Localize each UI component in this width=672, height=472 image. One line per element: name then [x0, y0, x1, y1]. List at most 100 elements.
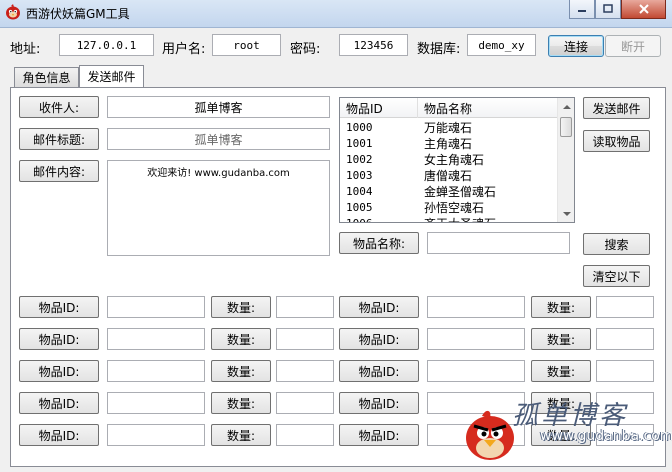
chevron-down-icon	[562, 211, 571, 216]
scroll-up-arrow[interactable]	[558, 98, 574, 115]
item-id-label-button[interactable]: 物品ID:	[339, 392, 419, 414]
database-label: 数据库:	[417, 42, 461, 57]
item-id-input[interactable]	[107, 392, 205, 414]
quantity-label-button[interactable]: 数量:	[211, 328, 271, 350]
quantity-label-button[interactable]: 数量:	[531, 360, 591, 382]
item-id-label-button[interactable]: 物品ID:	[19, 328, 99, 350]
watermark-title: 孤单博客	[512, 401, 629, 431]
item-id-cell: 1006	[346, 216, 373, 223]
item-id-cell: 1000	[346, 120, 373, 134]
quantity-input[interactable]	[596, 360, 654, 382]
item-name-label-button[interactable]: 物品名称:	[339, 232, 419, 254]
list-item[interactable]: 1000 万能魂石	[340, 119, 558, 135]
list-item[interactable]: 1004 金蝉圣僧魂石	[340, 183, 558, 199]
watermark-url: www.gudanba.com	[540, 428, 672, 444]
recipient-input[interactable]: 孤单博客	[107, 96, 330, 118]
quantity-label-button[interactable]: 数量:	[211, 360, 271, 382]
username-input[interactable]: root	[212, 34, 281, 56]
recipient-button[interactable]: 收件人:	[19, 96, 99, 118]
connect-button[interactable]: 连接	[548, 35, 604, 57]
item-id-input[interactable]	[107, 424, 205, 446]
column-item-name[interactable]: 物品名称	[418, 98, 472, 118]
item-id-input[interactable]	[427, 296, 525, 318]
item-name-cell: 金蝉圣僧魂石	[424, 184, 497, 199]
listview-scrollbar[interactable]	[557, 98, 574, 222]
item-name-cell: 齐天大圣魂石	[418, 215, 496, 223]
listview-header: 物品ID 物品名称	[340, 98, 558, 118]
quantity-input[interactable]	[596, 296, 654, 318]
address-label: 地址:	[10, 42, 41, 57]
quantity-input[interactable]	[276, 328, 334, 350]
item-name-cell: 女主角魂石	[424, 152, 485, 167]
scroll-thumb[interactable]	[560, 117, 572, 137]
quantity-label-button[interactable]: 数量:	[531, 296, 591, 318]
quantity-label-button[interactable]: 数量:	[211, 392, 271, 414]
list-item[interactable]: 1005 孙悟空魂石	[340, 199, 558, 215]
disconnect-button[interactable]: 断开	[605, 35, 661, 57]
close-button[interactable]	[621, 0, 666, 19]
listview-rows: 1000 万能魂石 1001 主角魂石 1002 女主角魂石 1003 唐僧魂石 1004 金蝉圣…	[340, 119, 558, 223]
item-id-input[interactable]	[427, 360, 525, 382]
app-icon	[6, 4, 20, 20]
close-icon	[638, 4, 649, 14]
quantity-input[interactable]	[596, 328, 654, 350]
item-id-input[interactable]	[107, 296, 205, 318]
list-item[interactable]: 1006 齐天大圣魂石	[340, 215, 558, 223]
quantity-input[interactable]	[276, 360, 334, 382]
subject-input[interactable]: 孤单博客	[107, 128, 330, 150]
maximize-button[interactable]	[595, 0, 621, 19]
item-name-input[interactable]	[427, 232, 570, 254]
minimize-button[interactable]	[569, 0, 595, 19]
database-input[interactable]: demo_xy	[467, 34, 536, 56]
quantity-label-button[interactable]: 数量:	[211, 424, 271, 446]
item-listview[interactable]: 物品ID 物品名称 1000 万能魂石 1001 主角魂石 1002 女主角魂石 1003 唐…	[339, 97, 575, 223]
item-id-cell: 1005	[346, 200, 373, 214]
item-id-cell: 1001	[346, 136, 373, 150]
item-id-label-button[interactable]: 物品ID:	[339, 328, 419, 350]
maximize-icon	[603, 4, 613, 13]
content-button[interactable]: 邮件内容:	[19, 160, 99, 182]
list-item[interactable]: 1001 主角魂石	[340, 135, 558, 151]
address-input[interactable]: 127.0.0.1	[59, 34, 154, 56]
client-area: 地址: 127.0.0.1 用户名: root 密码: 123456 数据库: …	[0, 28, 672, 472]
item-id-input[interactable]	[427, 328, 525, 350]
item-id-cell: 1004	[346, 184, 373, 198]
subject-button[interactable]: 邮件标题:	[19, 128, 99, 150]
item-name-cell: 唐僧魂石	[424, 168, 473, 183]
item-id-label-button[interactable]: 物品ID:	[19, 424, 99, 446]
item-id-label-button[interactable]: 物品ID:	[19, 360, 99, 382]
item-id-input[interactable]	[107, 360, 205, 382]
minimize-icon	[578, 10, 586, 12]
quantity-input[interactable]	[276, 392, 334, 414]
window-title: 西游伏妖篇GM工具	[26, 7, 130, 21]
quantity-label-button[interactable]: 数量:	[211, 296, 271, 318]
item-id-label-button[interactable]: 物品ID:	[339, 424, 419, 446]
clear-below-button[interactable]: 清空以下	[583, 265, 650, 287]
item-name-cell: 主角魂石	[424, 136, 473, 151]
quantity-input[interactable]	[276, 296, 334, 318]
password-label: 密码:	[290, 42, 321, 57]
item-id-label-button[interactable]: 物品ID:	[339, 296, 419, 318]
item-id-label-button[interactable]: 物品ID:	[19, 296, 99, 318]
password-input[interactable]: 123456	[339, 34, 408, 56]
list-item[interactable]: 1002 女主角魂石	[340, 151, 558, 167]
list-item[interactable]: 1003 唐僧魂石	[340, 167, 558, 183]
item-name-cell: 万能魂石	[424, 120, 473, 135]
title-bar: 西游伏妖篇GM工具	[0, 0, 672, 28]
item-id-label-button[interactable]: 物品ID:	[339, 360, 419, 382]
tab-send-mail[interactable]: 发送邮件	[79, 65, 144, 87]
username-label: 用户名:	[162, 42, 206, 57]
read-items-button[interactable]: 读取物品	[583, 130, 650, 152]
scroll-down-arrow[interactable]	[558, 205, 574, 222]
item-id-cell: 1003	[346, 168, 373, 182]
quantity-input[interactable]	[276, 424, 334, 446]
item-id-label-button[interactable]: 物品ID:	[19, 392, 99, 414]
tab-character-info[interactable]: 角色信息	[14, 67, 79, 87]
column-item-id[interactable]: 物品ID	[340, 98, 418, 118]
quantity-label-button[interactable]: 数量:	[531, 328, 591, 350]
search-button[interactable]: 搜索	[583, 233, 650, 255]
item-id-input[interactable]	[107, 328, 205, 350]
send-mail-button[interactable]: 发送邮件	[583, 97, 650, 119]
content-textarea[interactable]: 欢迎来访! www.gudanba.com	[107, 160, 330, 256]
item-name-cell: 孙悟空魂石	[424, 200, 485, 215]
